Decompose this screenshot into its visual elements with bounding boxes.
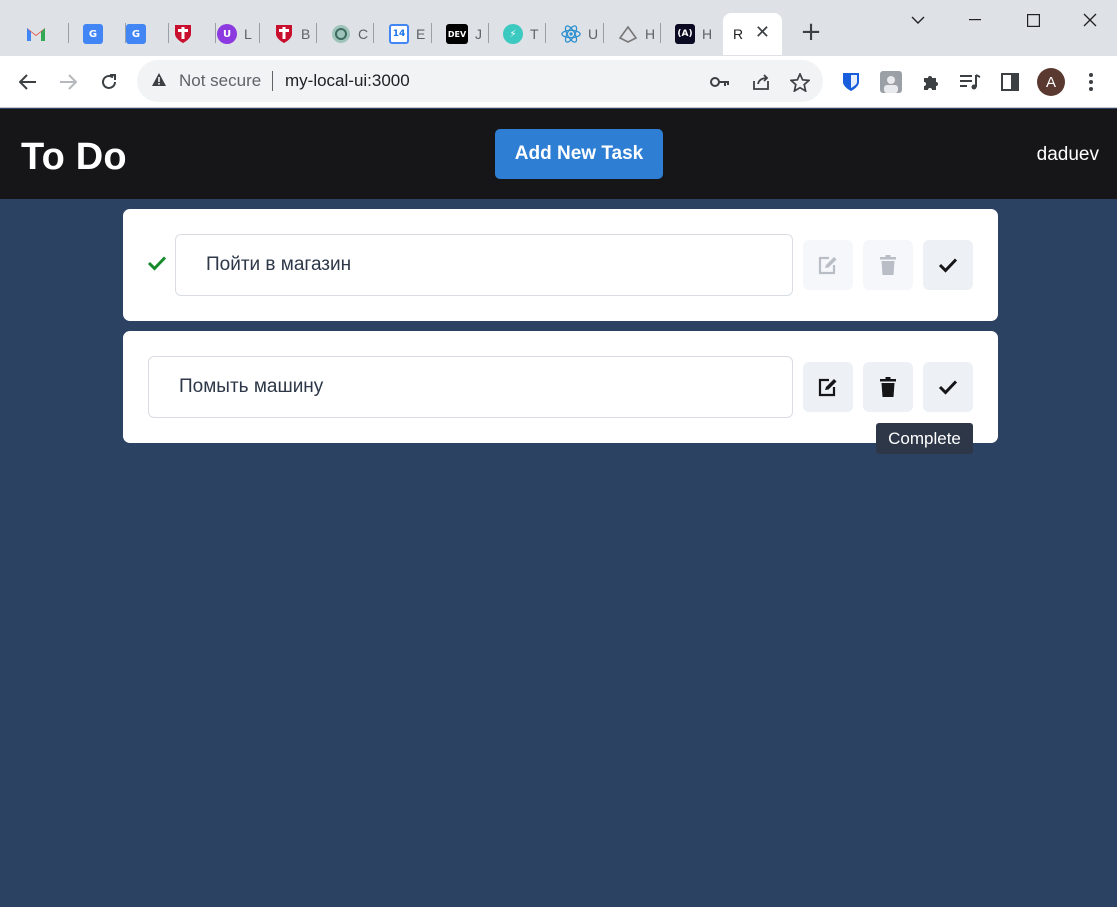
google-translate-icon: G [83, 24, 103, 44]
task-text-field[interactable] [148, 356, 793, 418]
browser-tab-active[interactable]: R ✕ [723, 13, 782, 55]
add-new-task-button[interactable]: Add New Task [495, 129, 663, 179]
url-text[interactable]: my-local-ui:3000 [285, 71, 410, 91]
dev-icon: DEV [446, 24, 468, 44]
edit-icon [818, 256, 837, 275]
edit-icon [818, 378, 837, 397]
delete-task-button[interactable] [863, 362, 913, 412]
bookmark-star-icon[interactable] [789, 71, 811, 93]
close-window-icon[interactable] [1075, 8, 1105, 32]
trash-icon [880, 377, 896, 397]
purple-u-icon: U [217, 24, 237, 44]
google-translate-icon: G [126, 24, 146, 44]
cambridge-shield-icon [173, 24, 193, 44]
reload-icon[interactable] [95, 68, 123, 96]
browser-tab[interactable]: C [317, 13, 374, 55]
browser-menu-icon[interactable] [1078, 69, 1104, 95]
cambridge-shield-icon [274, 24, 294, 44]
browser-tab[interactable]: (A) H [661, 13, 718, 55]
forward-icon[interactable] [54, 68, 82, 96]
extensions-puzzle-icon[interactable] [918, 69, 944, 95]
maximize-window-icon[interactable] [1018, 8, 1048, 32]
bitwarden-shield-icon[interactable] [838, 69, 864, 95]
minimize-window-icon[interactable] [960, 8, 990, 32]
complete-task-button[interactable] [923, 362, 973, 412]
pen-tool-icon [618, 24, 638, 44]
browser-tab[interactable]: DEV J [432, 13, 489, 55]
new-tab-button[interactable]: + [797, 18, 825, 46]
delete-task-button[interactable] [863, 240, 913, 290]
browser-tab[interactable]: 14 E [375, 13, 432, 55]
tab-search-chevron-icon[interactable] [903, 8, 933, 32]
task-card [123, 209, 998, 321]
browser-tab-strip: G G U L B C 14 E DEV J ⚡ T U H (A) H R ✕… [0, 0, 1117, 56]
side-panel-icon[interactable] [997, 69, 1023, 95]
gmail-icon [26, 24, 46, 44]
extension-avatar-icon[interactable] [878, 69, 904, 95]
security-label[interactable]: Not secure [179, 71, 261, 91]
back-icon[interactable] [14, 68, 42, 96]
close-tab-icon[interactable]: ✕ [755, 24, 770, 42]
complete-task-button[interactable] [923, 240, 973, 290]
app-header: To Do Add New Task daduev [0, 109, 1117, 199]
trash-icon [880, 255, 896, 275]
chatgpt-icon [331, 24, 351, 44]
edit-task-button[interactable] [803, 362, 853, 412]
browser-tab[interactable]: U [547, 13, 604, 55]
key-icon[interactable] [709, 71, 731, 93]
share-icon[interactable] [750, 71, 772, 93]
calendar-icon: 14 [389, 24, 409, 44]
browser-tab[interactable]: H [604, 13, 661, 55]
check-icon [938, 258, 958, 273]
completed-check-icon [147, 255, 167, 276]
browser-tab[interactable]: B [260, 13, 317, 55]
edit-task-button[interactable] [803, 240, 853, 290]
browser-tab[interactable] [12, 13, 69, 55]
app-title: To Do [21, 136, 127, 178]
address-bar[interactable]: Not secure my-local-ui:3000 [137, 60, 823, 102]
fcc-icon: (A) [675, 24, 695, 44]
complete-tooltip: Complete [876, 423, 973, 454]
task-text-field[interactable] [175, 234, 793, 296]
media-queue-icon[interactable] [957, 69, 983, 95]
browser-tab[interactable]: ⚡ T [489, 13, 546, 55]
react-icon [561, 24, 581, 44]
browser-toolbar: Not secure my-local-ui:3000 A [0, 56, 1117, 108]
task-card [123, 331, 998, 443]
username-label: daduev [1036, 144, 1099, 165]
check-icon [938, 380, 958, 395]
profile-avatar[interactable]: A [1037, 68, 1065, 96]
browser-tab[interactable]: U L [203, 13, 260, 55]
warning-icon[interactable] [151, 72, 167, 92]
bolt-icon: ⚡ [503, 24, 523, 44]
